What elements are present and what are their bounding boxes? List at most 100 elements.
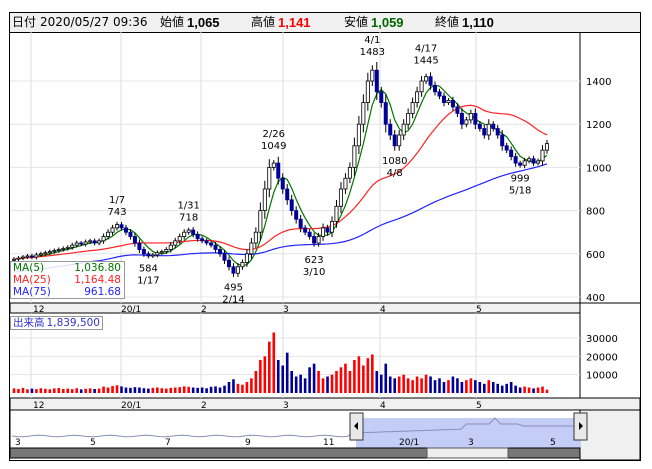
volume-bar xyxy=(70,389,74,393)
date-axis-bar xyxy=(9,302,581,314)
candle-body xyxy=(119,224,124,229)
candle-body xyxy=(29,255,34,258)
volume-bar xyxy=(156,387,159,393)
candle-body xyxy=(334,205,339,222)
volume-bar xyxy=(75,388,79,393)
candle-body xyxy=(56,249,61,251)
volume-bar xyxy=(61,388,65,393)
volume-bar xyxy=(545,389,549,393)
candle-body xyxy=(132,236,137,244)
candle-body xyxy=(518,162,523,166)
volume-bar xyxy=(456,378,459,393)
candle-body xyxy=(325,227,330,233)
volume-bar xyxy=(142,388,146,393)
candle-body xyxy=(258,210,263,233)
volume-bar xyxy=(344,363,347,393)
volume-bar xyxy=(299,374,302,393)
candle-body xyxy=(401,123,406,136)
candle-body xyxy=(271,162,276,168)
volume-bar xyxy=(182,386,186,393)
candle-body xyxy=(540,149,545,162)
price-tick: 800 xyxy=(586,207,605,218)
candle-body xyxy=(267,166,272,190)
volume-bar xyxy=(339,367,343,393)
candle-body xyxy=(218,249,223,255)
candle-body xyxy=(450,100,455,108)
volume-bar xyxy=(169,387,173,393)
volume-bar xyxy=(200,387,204,393)
volume-bar xyxy=(209,386,213,393)
volume-bar xyxy=(12,388,16,393)
candle-body xyxy=(433,84,438,93)
candle-body xyxy=(159,251,164,254)
candle-body xyxy=(92,240,97,244)
chart-window: 日付 2020/05/27 09:36 始値 1,065 高値 1,141 安値… xyxy=(0,0,652,469)
candle-body xyxy=(522,160,527,166)
volume-bar xyxy=(303,378,307,393)
candle-body xyxy=(47,251,52,254)
candle-body xyxy=(164,249,169,253)
volume-bar xyxy=(433,380,437,393)
volume-bar xyxy=(44,388,47,393)
price-tick: 1000 xyxy=(586,163,611,174)
volume-bar xyxy=(353,360,356,393)
volume-bar xyxy=(388,376,392,393)
date-tick: 20/1 xyxy=(121,305,141,315)
candle-body xyxy=(249,242,254,255)
volume-bar xyxy=(178,387,182,393)
volume-bar xyxy=(102,386,105,393)
volume-bar xyxy=(160,388,164,393)
volume-bar xyxy=(415,376,419,393)
candle-body xyxy=(437,91,442,97)
navigator-tick: 7 xyxy=(165,438,171,448)
candle-body xyxy=(88,240,93,243)
volume-bar xyxy=(173,387,177,393)
candle-body xyxy=(16,257,21,260)
candle-body xyxy=(374,69,379,93)
volume-bar xyxy=(357,356,361,393)
candle-body xyxy=(392,134,397,147)
candle-body xyxy=(195,233,200,240)
volume-bar xyxy=(429,376,432,393)
volume-bar xyxy=(79,389,83,393)
candle-body xyxy=(204,240,209,244)
volume-bar xyxy=(330,374,334,393)
candle-body xyxy=(410,102,415,114)
volume-bar xyxy=(348,371,352,393)
volume-bar xyxy=(420,378,423,393)
navigator-tick: 9 xyxy=(245,438,251,448)
candle-body xyxy=(20,256,25,259)
candle-body xyxy=(25,255,30,258)
candle-body xyxy=(38,253,43,256)
volume-bar xyxy=(285,352,289,393)
annotation-date: 4/1 xyxy=(364,35,380,46)
volume-bar xyxy=(241,384,244,393)
annotation-value: 1080 xyxy=(382,156,407,167)
volume-bar xyxy=(120,386,123,393)
volume-tick: 20000 xyxy=(586,352,618,363)
navigator-tick: 11 xyxy=(323,438,334,448)
volume-bar xyxy=(218,387,222,393)
volume-bar xyxy=(321,378,325,393)
volume-bar xyxy=(371,354,374,393)
candle-body xyxy=(347,166,352,179)
volume-bar xyxy=(491,382,495,393)
volume-bar xyxy=(164,388,168,393)
annotation-value: 623 xyxy=(305,255,324,266)
ma-legend: MA(5) 1,036.80 MA(25) 1,164.48 MA(75) 961.6… xyxy=(10,261,125,299)
candle-body xyxy=(361,102,366,125)
candle-body xyxy=(491,123,496,129)
date-tick: 12 xyxy=(33,305,44,315)
scrollbar-thumb[interactable] xyxy=(426,447,509,459)
annotation-value: 495 xyxy=(224,282,243,293)
candle-body xyxy=(280,177,285,190)
annotation-value: 1445 xyxy=(413,55,438,66)
candle-body xyxy=(65,246,70,249)
candle-body xyxy=(415,91,420,104)
price-tick: 600 xyxy=(586,250,605,261)
volume-bar xyxy=(268,341,271,393)
volume-bar xyxy=(187,386,190,393)
volume-bar xyxy=(115,385,119,393)
volume-bar xyxy=(308,367,311,393)
volume-bar xyxy=(196,387,199,393)
